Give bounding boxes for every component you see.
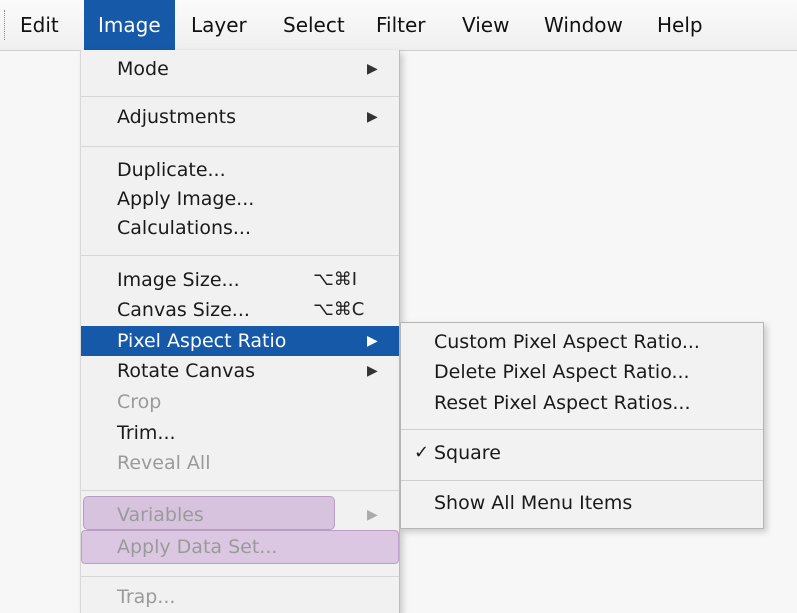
submenu-arrow-icon: ▶: [367, 507, 378, 523]
menu-item-trim[interactable]: Trim...: [81, 418, 399, 448]
menu-image[interactable]: Image: [84, 0, 175, 50]
submenu-arrow-icon: ▶: [367, 363, 378, 379]
menu-separator: [81, 146, 399, 147]
menu-item-adjustments[interactable]: Adjustments ▶: [81, 102, 399, 132]
menu-select[interactable]: Select: [283, 0, 345, 50]
menu-view[interactable]: View: [462, 0, 509, 50]
submenu-arrow-icon: ▶: [367, 109, 378, 125]
menu-item-label: Trim...: [117, 422, 176, 444]
menu-item-image-size[interactable]: Image Size... ⌥⌘I: [81, 265, 399, 295]
pixel-aspect-ratio-submenu: Custom Pixel Aspect Ratio... Delete Pixe…: [400, 322, 764, 529]
menu-item-label: Pixel Aspect Ratio: [117, 330, 287, 352]
menu-item-apply-image[interactable]: Apply Image...: [81, 184, 399, 214]
submenu-item-label: Square: [434, 442, 501, 464]
menu-separator: [81, 96, 399, 97]
menu-layer[interactable]: Layer: [191, 0, 247, 50]
menu-filter[interactable]: Filter: [376, 0, 426, 50]
shortcut-label: ⌥⌘C: [313, 299, 365, 320]
menu-item-label: Crop: [117, 391, 162, 413]
submenu-arrow-icon: ▶: [367, 61, 378, 77]
menu-separator: [401, 429, 763, 430]
menu-separator: [81, 576, 399, 577]
menu-item-label: Apply Image...: [117, 188, 255, 210]
submenu-arrow-icon: ▶: [367, 333, 378, 349]
shortcut-label: ⌥⌘I: [313, 269, 358, 290]
menu-item-trap[interactable]: Trap...: [81, 582, 399, 612]
menu-help[interactable]: Help: [657, 0, 703, 50]
menu-item-label: Canvas Size...: [117, 299, 250, 321]
submenu-item-label: Delete Pixel Aspect Ratio...: [434, 361, 690, 383]
menu-item-apply-data-set[interactable]: Apply Data Set...: [81, 530, 399, 564]
menu-edit[interactable]: Edit: [20, 0, 59, 50]
menu-item-label: Adjustments: [117, 106, 236, 128]
submenu-item-show-all[interactable]: Show All Menu Items: [401, 488, 763, 518]
menu-item-pixel-aspect-ratio[interactable]: Pixel Aspect Ratio ▶: [81, 326, 399, 356]
menu-bar: Edit Image Layer Select Filter View Wind…: [0, 0, 797, 51]
menu-item-reveal-all[interactable]: Reveal All: [81, 448, 399, 478]
menu-item-canvas-size[interactable]: Canvas Size... ⌥⌘C: [81, 295, 399, 325]
menu-item-label: Image Size...: [117, 269, 240, 291]
submenu-item-custom[interactable]: Custom Pixel Aspect Ratio...: [401, 327, 763, 357]
submenu-item-label: Show All Menu Items: [434, 492, 633, 514]
menu-item-duplicate[interactable]: Duplicate...: [81, 155, 399, 185]
submenu-item-reset[interactable]: Reset Pixel Aspect Ratios...: [401, 388, 763, 418]
menu-item-label: Apply Data Set...: [117, 536, 278, 558]
menu-item-variables[interactable]: Variables ▶: [81, 496, 399, 530]
menu-item-label: Variables: [117, 504, 204, 526]
menu-bar-edge: [4, 10, 6, 40]
menu-separator: [81, 490, 399, 491]
menu-item-label: Calculations...: [117, 217, 252, 239]
menu-separator: [401, 480, 763, 481]
menu-item-label: Trap...: [117, 586, 176, 608]
menu-separator: [81, 255, 399, 256]
submenu-item-square[interactable]: ✓ Square: [401, 438, 763, 468]
menu-item-mode[interactable]: Mode ▶: [81, 54, 399, 84]
menu-item-crop[interactable]: Crop: [81, 387, 399, 417]
menu-item-label: Reveal All: [117, 452, 211, 474]
checkmark-icon: ✓: [414, 442, 430, 463]
menu-item-label: Duplicate...: [117, 159, 226, 181]
menu-window[interactable]: Window: [544, 0, 623, 50]
submenu-item-label: Custom Pixel Aspect Ratio...: [434, 331, 700, 353]
submenu-item-label: Reset Pixel Aspect Ratios...: [434, 392, 691, 414]
menu-item-label: Rotate Canvas: [117, 360, 255, 382]
menu-item-label: Mode: [117, 58, 169, 80]
menu-item-rotate-canvas[interactable]: Rotate Canvas ▶: [81, 356, 399, 386]
image-menu: Mode ▶ Adjustments ▶ Duplicate... Apply …: [80, 50, 400, 613]
submenu-item-delete[interactable]: Delete Pixel Aspect Ratio...: [401, 357, 763, 387]
menu-item-calculations[interactable]: Calculations...: [81, 213, 399, 243]
